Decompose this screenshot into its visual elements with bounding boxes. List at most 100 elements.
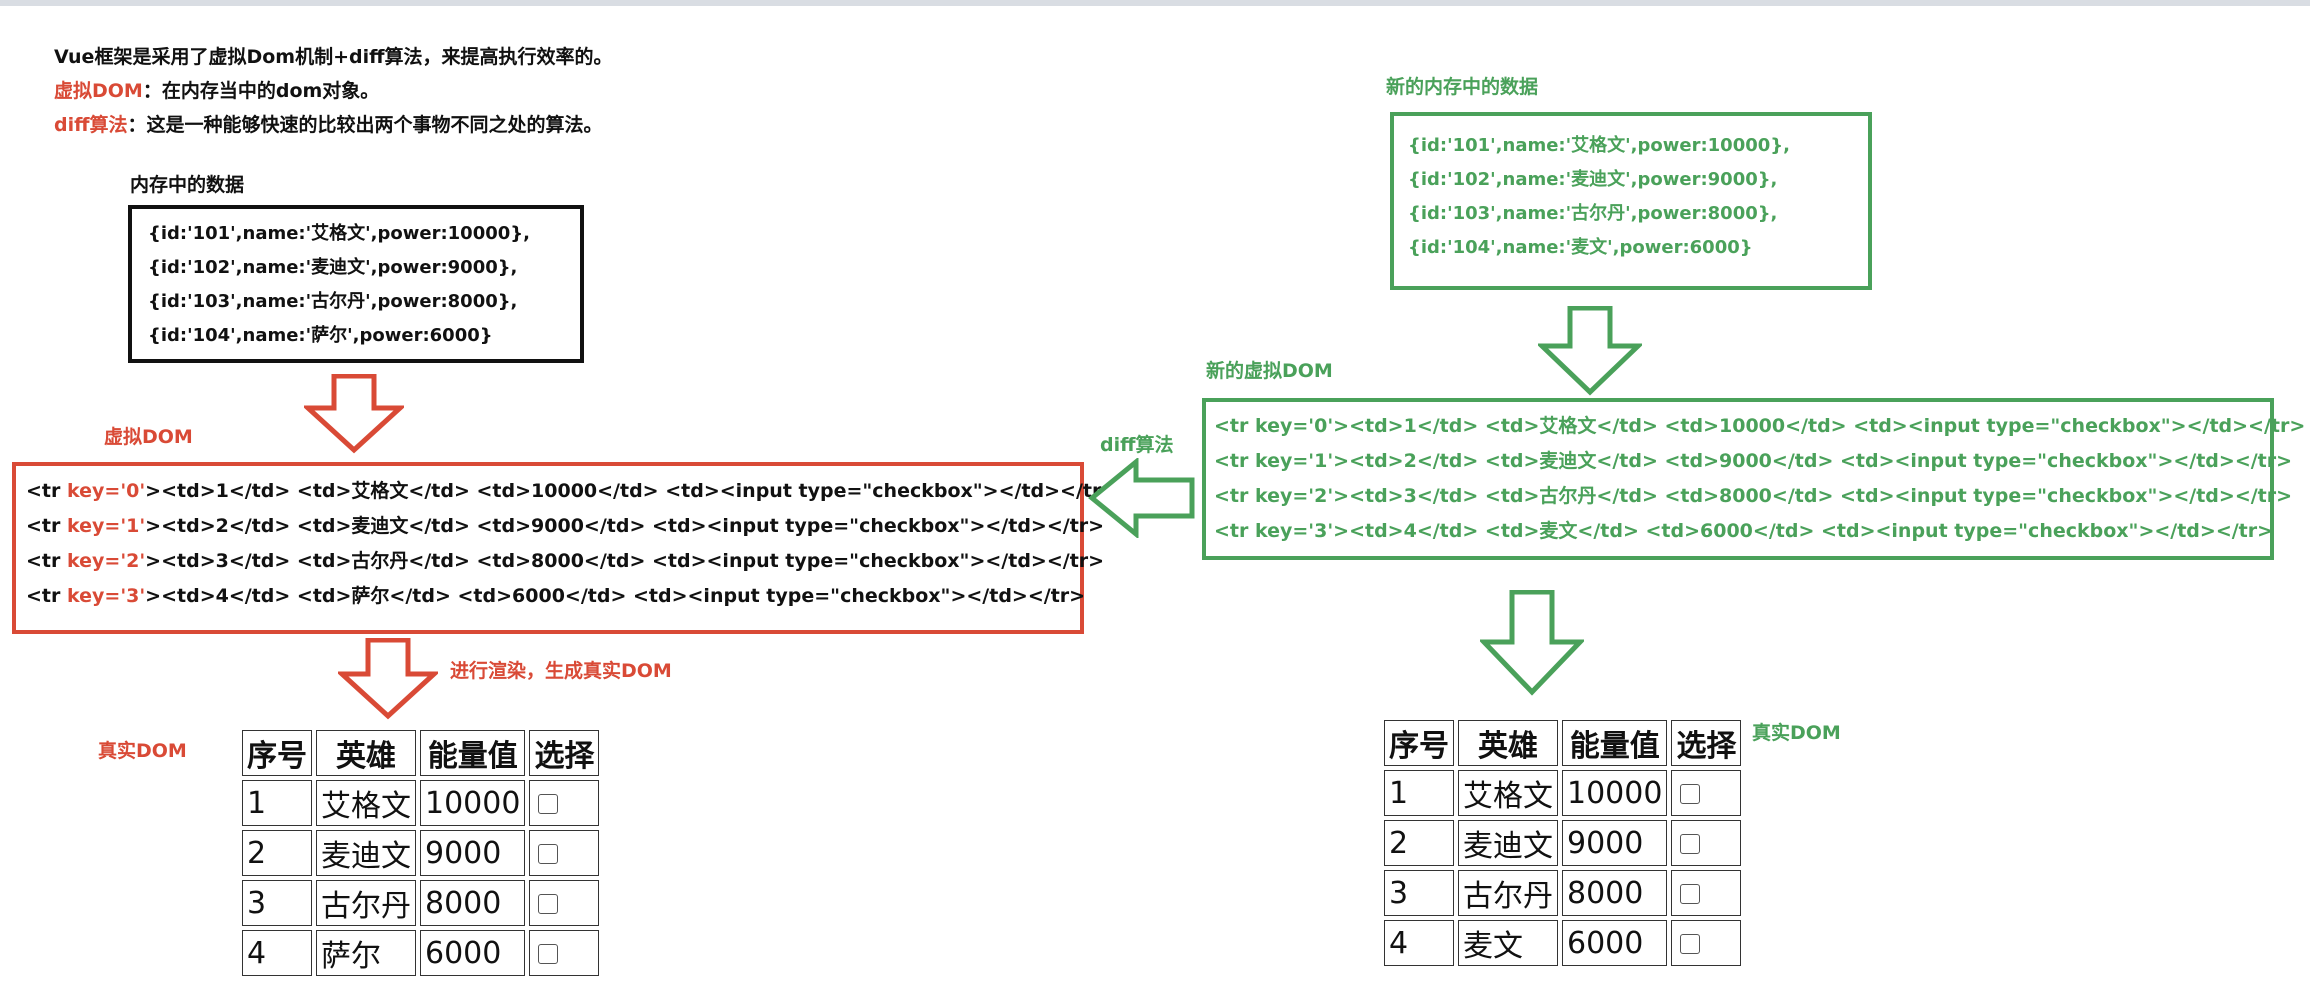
cell-index: 3 [1384,870,1454,916]
table-row: 3 古尔丹 8000 [1384,870,1742,916]
table-row: 2 麦迪文 9000 [1384,820,1742,866]
table-header: 选择 [1671,720,1742,766]
vdom-row: <tr key='2'><td>3</td> <td>古尔丹</td> <td>… [26,550,1105,572]
left-arrow-icon [1088,458,1195,538]
real-dom-table: 序号 英雄 能量值 选择 1 艾格文 10000 2 麦迪文 9000 3 古尔… [238,726,603,980]
cell-power: 9000 [1562,820,1668,866]
cell-power: 9000 [420,830,526,876]
cell-hero: 麦迪文 [316,830,416,876]
intro-text: Vue框架是采用了虚拟Dom机制+diff算法，来提高执行效率的。 虚拟DOM：… [54,40,613,142]
table-row: 1 艾格文 10000 [1384,770,1742,816]
cell-index: 2 [242,830,312,876]
table-header: 选择 [529,730,600,776]
checkbox[interactable] [1680,834,1701,854]
vdom-label: 虚拟DOM [104,426,193,448]
table-row: 1 艾格文 10000 [242,780,600,826]
checkbox[interactable] [1680,884,1701,904]
checkbox[interactable] [1680,784,1701,804]
table-header-row: 序号 英雄 能量值 选择 [1384,720,1742,766]
table-header: 序号 [242,730,312,776]
vdom-term: 虚拟DOM [54,80,143,102]
table-header: 能量值 [420,730,526,776]
new-real-dom-label: 真实DOM [1752,722,1841,744]
vdom-box: <tr key='0'><td>1</td> <td>艾格文</td> <td>… [12,462,1118,634]
cell-hero: 麦迪文 [1458,820,1558,866]
cell-select [1671,820,1742,866]
diff-term: diff算法 [54,114,128,136]
new-vdom-label: 新的虚拟DOM [1206,360,1333,382]
vdom-row: <tr key='2'><td>3</td> <td>古尔丹</td> <td>… [1214,485,2293,507]
cell-power: 10000 [420,780,526,826]
down-arrow-icon [338,638,438,720]
table-header-row: 序号 英雄 能量值 选择 [242,730,600,776]
checkbox[interactable] [538,944,559,964]
cell-select [1671,870,1742,916]
memory-line: {id:'102',name:'麦迪文',power:9000}, [148,257,518,278]
cell-hero: 艾格文 [316,780,416,826]
cell-power: 10000 [1562,770,1668,816]
table-header: 序号 [1384,720,1454,766]
new-real-dom-table: 序号 英雄 能量值 选择 1 艾格文 10000 2 麦迪文 9000 3 古尔… [1380,716,1745,970]
cell-select [1671,920,1742,966]
table-header: 能量值 [1562,720,1668,766]
vdom-row: <tr key='0'><td>1</td> <td>艾格文</td> <td>… [26,480,1118,502]
down-arrow-icon [1480,590,1584,696]
cell-hero: 古尔丹 [316,880,416,926]
memory-line: {id:'102',name:'麦迪文',power:9000}, [1408,169,1778,190]
cell-hero: 古尔丹 [1458,870,1558,916]
cell-select [529,830,600,876]
cell-index: 3 [242,880,312,926]
vdom-row: <tr key='3'><td>4</td> <td>萨尔</td> <td>6… [26,585,1086,607]
table-header: 英雄 [1458,720,1558,766]
vdom-row: <tr key='3'><td>4</td> <td>麦文</td> <td>6… [1214,520,2274,542]
memory-line: {id:'104',name:'萨尔',power:6000} [148,325,493,346]
diff-desc: ：这是一种能够快速的比较出两个事物不同之处的算法。 [127,114,603,136]
vdom-desc: ：在内存当中的dom对象。 [142,80,380,102]
cell-select [1671,770,1742,816]
cell-index: 1 [1384,770,1454,816]
cell-select [529,880,600,926]
intro-line-2: 虚拟DOM：在内存当中的dom对象。 [54,74,613,108]
real-dom-label: 真实DOM [98,740,187,762]
cell-power: 8000 [1562,870,1668,916]
memory-line: {id:'103',name:'古尔丹',power:8000}, [148,291,518,312]
cell-index: 4 [1384,920,1454,966]
table-row: 4 麦文 6000 [1384,920,1742,966]
memory-line: {id:'103',name:'古尔丹',power:8000}, [1408,203,1778,224]
down-arrow-icon [304,374,404,454]
memory-data-label: 内存中的数据 [130,174,245,196]
cell-power: 6000 [420,930,526,976]
down-arrow-icon [1538,306,1642,396]
table-row: 2 麦迪文 9000 [242,830,600,876]
vdom-row: <tr key='1'><td>2</td> <td>麦迪文</td> <td>… [1214,450,2293,472]
new-vdom-box: <tr key='0'><td>1</td> <td>艾格文</td> <td>… [1202,398,2306,560]
render-label: 进行渲染，生成真实DOM [450,660,672,682]
checkbox[interactable] [538,844,559,864]
vdom-row: <tr key='1'><td>2</td> <td>麦迪文</td> <td>… [26,515,1105,537]
diff-label: diff算法 [1100,434,1174,456]
cell-index: 1 [242,780,312,826]
top-bar [0,0,2310,6]
cell-select [529,780,600,826]
memory-data-box: {id:'101',name:'艾格文',power:10000}, {id:'… [128,205,584,363]
cell-index: 2 [1384,820,1454,866]
new-memory-data-box: {id:'101',name:'艾格文',power:10000}, {id:'… [1390,112,1872,290]
cell-hero: 萨尔 [316,930,416,976]
vdom-row: <tr key='0'><td>1</td> <td>艾格文</td> <td>… [1214,415,2306,437]
new-memory-data-label: 新的内存中的数据 [1386,76,1539,98]
cell-select [529,930,600,976]
checkbox[interactable] [538,794,559,814]
checkbox[interactable] [1680,934,1701,954]
table-header: 英雄 [316,730,416,776]
intro-line-1: Vue框架是采用了虚拟Dom机制+diff算法，来提高执行效率的。 [54,46,613,68]
table-row: 3 古尔丹 8000 [242,880,600,926]
memory-line: {id:'101',name:'艾格文',power:10000}, [148,223,530,244]
cell-hero: 麦文 [1458,920,1558,966]
table-row: 4 萨尔 6000 [242,930,600,976]
memory-line: {id:'104',name:'麦文',power:6000} [1408,237,1753,258]
checkbox[interactable] [538,894,559,914]
cell-hero: 艾格文 [1458,770,1558,816]
cell-power: 6000 [1562,920,1668,966]
cell-power: 8000 [420,880,526,926]
memory-line: {id:'101',name:'艾格文',power:10000}, [1408,135,1790,156]
